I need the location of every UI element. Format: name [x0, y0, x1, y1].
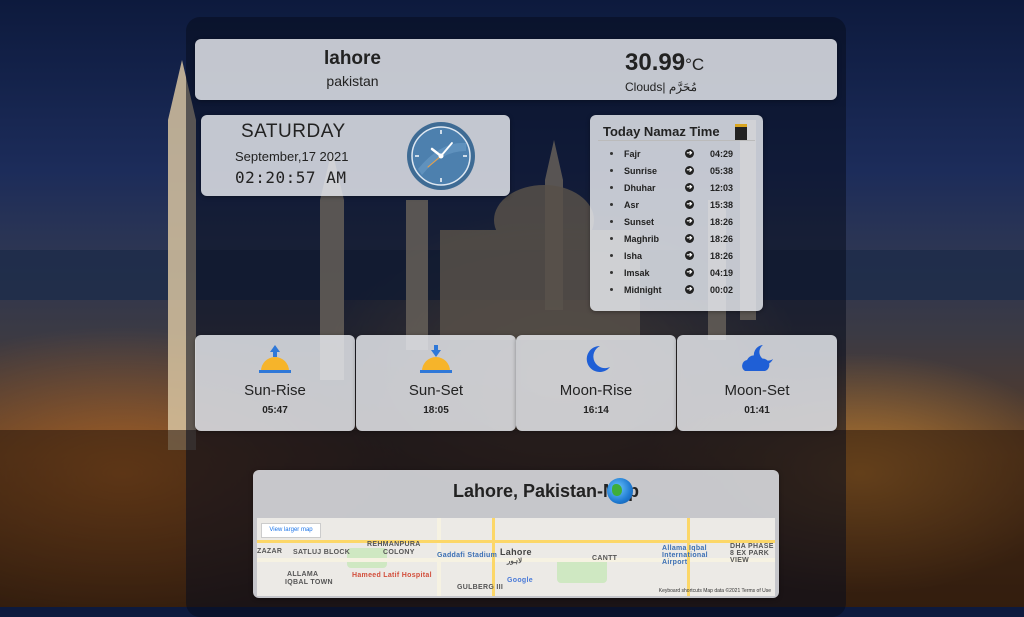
arrow-right-icon: ➔ [685, 149, 694, 158]
date-time-card: SATURDAY September,17 2021 02:20:57 AM [201, 115, 510, 196]
temperature-value: 30.99 [625, 49, 686, 76]
map-label: CANTT [592, 555, 618, 562]
map-label: REHMANPURA [367, 541, 421, 548]
prayer-name: Isha [624, 251, 643, 261]
moonset-time: 01:41 [744, 405, 770, 416]
kaaba-icon [735, 124, 747, 140]
sunrise-card: Sun-Rise 05:47 [195, 335, 355, 431]
map-label: IQBAL TOWN [285, 579, 333, 586]
map-label: SATLUJ BLOCK [293, 549, 351, 556]
map-label: Hameed Latif Hospital [352, 572, 432, 579]
prayer-time: 05:38 [710, 166, 734, 176]
map-card: Lahore, Pakistan-Map View larger map ZAZ… [253, 470, 779, 598]
list-item: Sunrise ➔ 05:38 [610, 165, 755, 182]
list-item: Fajr ➔ 04:29 [610, 148, 755, 165]
list-item: Dhuhar ➔ 12:03 [610, 182, 755, 199]
moonset-card: Moon-Set 01:41 [677, 335, 837, 431]
moonrise-label: Moon-Rise [559, 382, 633, 399]
list-item: Sunset ➔ 18:26 [610, 216, 755, 233]
sunrise-label: Sun-Rise [244, 382, 306, 399]
sunset-icon [420, 345, 452, 373]
arrow-right-icon: ➔ [685, 200, 694, 209]
arrow-right-icon: ➔ [685, 234, 694, 243]
prayer-time: 18:26 [710, 217, 734, 227]
list-item: Midnight ➔ 00:02 [610, 284, 755, 301]
prayer-time: 12:03 [710, 183, 734, 193]
prayer-name: Sunset [624, 217, 655, 227]
analog-clock-icon [407, 122, 475, 190]
arrow-right-icon: ➔ [685, 251, 694, 260]
map-label: DHA PHASE 8 EX PARK VIEW [730, 543, 774, 564]
map-label: ZAZAR [257, 548, 283, 555]
map-label: لاہور [507, 558, 523, 565]
moonrise-time: 16:14 [583, 405, 609, 416]
divider [598, 140, 755, 141]
prayer-name: Imsak [624, 268, 650, 278]
prayer-time: 15:38 [710, 200, 734, 210]
arrow-right-icon: ➔ [685, 217, 694, 226]
day-name: SATURDAY [241, 121, 346, 142]
temperature-unit: °C [685, 55, 705, 74]
google-logo: Google [507, 577, 533, 584]
temperature: 30.99°C [625, 49, 704, 77]
sunrise-icon [259, 345, 291, 373]
map-label: Gaddafi Stadium [437, 552, 498, 559]
arrow-right-icon: ➔ [685, 183, 694, 192]
prayer-name: Asr [624, 200, 640, 210]
arrow-right-icon: ➔ [685, 285, 694, 294]
prayer-name: Midnight [624, 285, 662, 295]
prayer-time: 00:02 [710, 285, 734, 295]
prayer-time: 04:19 [710, 268, 734, 278]
arrow-right-icon: ➔ [685, 268, 694, 277]
weather-condition: Clouds| مُحَرَّم [625, 80, 698, 94]
moonrise-card: Moon-Rise 16:14 [516, 335, 676, 431]
embedded-map[interactable]: View larger map ZAZAR SATLUJ BLOCK REHMA… [257, 518, 775, 596]
prayer-name: Dhuhar [624, 183, 656, 193]
list-item: Maghrib ➔ 18:26 [610, 233, 755, 250]
sunset-card: Sun-Set 18:05 [356, 335, 516, 431]
arrow-right-icon: ➔ [685, 166, 694, 175]
list-item: Imsak ➔ 04:19 [610, 267, 755, 284]
sunset-time: 18:05 [423, 405, 449, 416]
map-label: ALLAMA [287, 571, 319, 578]
map-label: GULBERG III [457, 584, 504, 591]
namaz-times-card: Today Namaz Time Fajr ➔ 04:29 Sunrise ➔ 05:3… [590, 115, 763, 311]
prayer-time: 18:26 [710, 251, 734, 261]
location-weather-card: lahore pakistan 30.99°C Clouds| مُحَرَّم [195, 39, 837, 100]
country-name: pakistan [326, 73, 379, 89]
cloud-moon-icon [742, 345, 773, 371]
map-highway [257, 540, 775, 543]
list-item: Asr ➔ 15:38 [610, 199, 755, 216]
map-label: Lahore [500, 547, 532, 557]
prayer-name: Sunrise [624, 166, 658, 176]
date-text: September,17 2021 [235, 149, 349, 164]
globe-icon [607, 478, 633, 504]
prayer-name: Fajr [624, 149, 641, 159]
moonset-label: Moon-Set [724, 382, 790, 399]
map-footer[interactable]: Keyboard shortcuts Map data ©2021 Terms … [659, 588, 771, 594]
namaz-title: Today Namaz Time [603, 124, 720, 139]
prayer-name: Maghrib [624, 234, 659, 244]
prayer-time: 18:26 [710, 234, 734, 244]
prayer-list: Fajr ➔ 04:29 Sunrise ➔ 05:38 Dhuhar ➔ 12:03 As… [610, 148, 755, 301]
moon-icon [586, 345, 610, 372]
map-label: Allama Iqbal International Airport [662, 545, 708, 566]
list-item: Isha ➔ 18:26 [610, 250, 755, 267]
view-larger-map-link[interactable]: View larger map [261, 523, 321, 538]
sunset-label: Sun-Set [408, 382, 464, 399]
map-label: COLONY [383, 549, 415, 556]
time-text: 02:20:57 AM [235, 168, 347, 187]
sunrise-time: 05:47 [262, 405, 288, 416]
city-name: lahore [323, 48, 382, 69]
prayer-time: 04:29 [710, 149, 734, 159]
